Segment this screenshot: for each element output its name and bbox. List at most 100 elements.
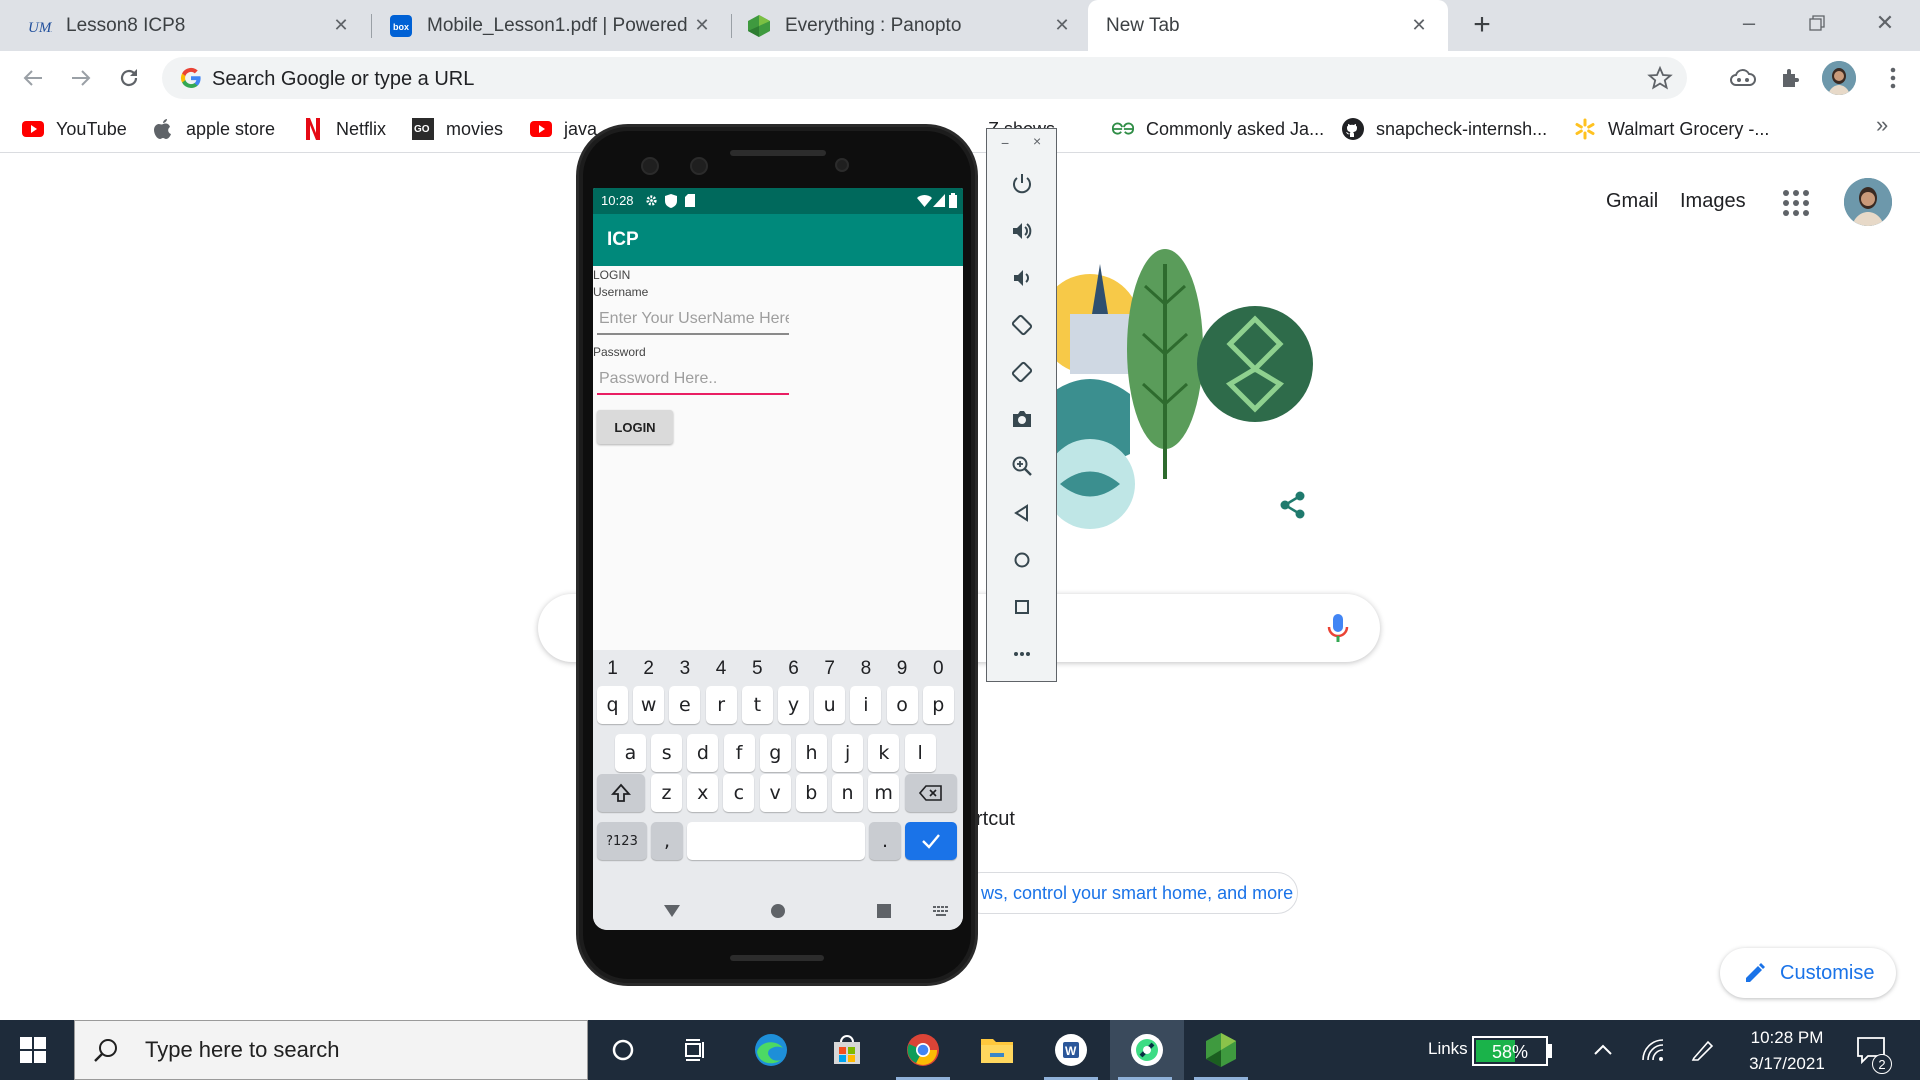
key-2[interactable]: 2 (633, 654, 664, 684)
back-icon[interactable] (1009, 500, 1035, 526)
bookmark-netflix[interactable]: Netflix (302, 113, 386, 145)
period-key[interactable]: . (869, 822, 901, 860)
emulator-minimize-button[interactable]: − (1001, 135, 1009, 151)
key-p[interactable]: p (922, 686, 954, 724)
key-k[interactable]: k (868, 734, 900, 772)
task-view-icon[interactable] (660, 1020, 730, 1080)
edge-icon[interactable] (736, 1020, 806, 1080)
rotate-right-icon[interactable] (1009, 359, 1035, 385)
key-v[interactable]: v (759, 774, 791, 812)
tab-close-icon[interactable]: ✕ (691, 15, 713, 37)
key-7[interactable]: 7 (814, 654, 845, 684)
bookmarks-overflow-button[interactable]: » (1876, 112, 1888, 138)
bookmark-java[interactable]: java (530, 113, 597, 145)
volume-up-icon[interactable] (1009, 218, 1035, 244)
tab-panopto[interactable]: Everything : Panopto ✕ (721, 0, 1091, 51)
bookmark-star-icon[interactable] (1647, 65, 1673, 91)
key-b[interactable]: b (795, 774, 827, 812)
key-i[interactable]: i (850, 686, 882, 724)
tab-new-tab[interactable]: New Tab ✕ (1088, 0, 1448, 51)
menu-kebab-icon[interactable] (1878, 63, 1908, 93)
customise-chrome-button[interactable]: Customise (1720, 948, 1896, 998)
key-o[interactable]: o (886, 686, 918, 724)
username-input[interactable]: Enter Your UserName Here (597, 303, 789, 335)
bookmark-commonly-asked[interactable]: Commonly asked Ja... (1112, 113, 1324, 145)
space-key[interactable] (687, 822, 865, 860)
google-doodle-image[interactable] (1030, 244, 1320, 534)
battery-indicator[interactable]: 58% (1472, 1036, 1548, 1066)
key-m[interactable]: m (868, 774, 900, 812)
bookmark-movies[interactable]: GO movies (412, 113, 503, 145)
key-x[interactable]: x (687, 774, 719, 812)
nav-overview-icon[interactable] (877, 904, 891, 918)
file-explorer-icon[interactable] (962, 1020, 1032, 1080)
more-icon[interactable] (1009, 641, 1035, 667)
key-a[interactable]: a (615, 734, 646, 772)
key-5[interactable]: 5 (742, 654, 773, 684)
address-bar[interactable]: Search Google or type a URL (162, 57, 1687, 99)
wifi-tray-icon[interactable] (1640, 1038, 1666, 1062)
enter-key[interactable] (905, 822, 957, 860)
share-icon[interactable] (1278, 490, 1308, 520)
chevron-up-icon[interactable] (1590, 1038, 1616, 1062)
panopto-taskbar-icon[interactable] (1186, 1020, 1256, 1080)
microphone-icon[interactable] (1326, 612, 1350, 644)
extension-cloud-icon[interactable] (1728, 63, 1758, 93)
password-input[interactable]: Password Here.. (597, 363, 789, 395)
keyboard-switch-icon[interactable] (933, 906, 949, 916)
restore-window-button[interactable] (1794, 8, 1840, 38)
bookmark-walmart[interactable]: Walmart Grocery -... (1574, 113, 1769, 145)
reload-button[interactable] (112, 61, 146, 95)
key-r[interactable]: r (705, 686, 737, 724)
backspace-key[interactable] (905, 774, 957, 812)
key-1[interactable]: 1 (597, 654, 628, 684)
overview-icon[interactable] (1009, 594, 1035, 620)
bookmark-apple-store[interactable]: apple store (152, 113, 275, 145)
chrome-taskbar-icon[interactable] (888, 1020, 958, 1080)
key-w[interactable]: w (633, 686, 665, 724)
key-0[interactable]: 0 (923, 654, 954, 684)
key-e[interactable]: e (669, 686, 701, 724)
emulator-close-button[interactable]: × (1033, 133, 1041, 149)
close-window-button[interactable]: ✕ (1862, 8, 1908, 38)
key-3[interactable]: 3 (669, 654, 700, 684)
key-y[interactable]: y (778, 686, 809, 724)
key-h[interactable]: h (796, 734, 827, 772)
key-c[interactable]: c (723, 774, 755, 812)
login-button[interactable]: LOGIN (597, 410, 673, 444)
account-avatar[interactable] (1844, 178, 1892, 226)
clock-time[interactable]: 10:28 PM (1740, 1028, 1834, 1048)
images-link[interactable]: Images (1680, 190, 1746, 213)
taskbar-search-box[interactable]: Type here to search (74, 1020, 588, 1080)
key-g[interactable]: g (759, 734, 791, 772)
add-shortcut-label[interactable]: rtcut (976, 808, 1015, 831)
key-f[interactable]: f (723, 734, 755, 772)
extensions-puzzle-icon[interactable] (1776, 63, 1806, 93)
symbols-key[interactable]: ?123 (597, 822, 647, 860)
forward-button[interactable] (64, 61, 98, 95)
tab-lesson8[interactable]: UMKC Lesson8 ICP8 ✕ (0, 0, 370, 51)
key-t[interactable]: t (741, 686, 773, 724)
key-d[interactable]: d (687, 734, 719, 772)
key-j[interactable]: j (832, 734, 864, 772)
microsoft-store-icon[interactable] (812, 1020, 882, 1080)
camera-icon[interactable] (1009, 406, 1035, 432)
zoom-icon[interactable] (1009, 453, 1035, 479)
new-tab-button[interactable]: + (1466, 8, 1498, 41)
links-toolbar-label[interactable]: Links (1428, 1039, 1468, 1059)
tab-close-icon[interactable]: ✕ (1051, 15, 1073, 37)
back-button[interactable] (16, 61, 50, 95)
wordpad-icon[interactable]: W (1036, 1020, 1106, 1080)
rotate-left-icon[interactable] (1009, 312, 1035, 338)
key-s[interactable]: s (651, 734, 683, 772)
key-z[interactable]: z (651, 774, 682, 812)
key-q[interactable]: q (597, 686, 628, 724)
key-8[interactable]: 8 (850, 654, 881, 684)
shift-key[interactable] (597, 774, 645, 812)
clock-date[interactable]: 3/17/2021 (1740, 1054, 1834, 1074)
profile-avatar[interactable] (1822, 61, 1856, 95)
key-6[interactable]: 6 (778, 654, 809, 684)
key-4[interactable]: 4 (706, 654, 737, 684)
tab-close-icon[interactable]: ✕ (330, 15, 352, 37)
volume-down-icon[interactable] (1009, 265, 1035, 291)
